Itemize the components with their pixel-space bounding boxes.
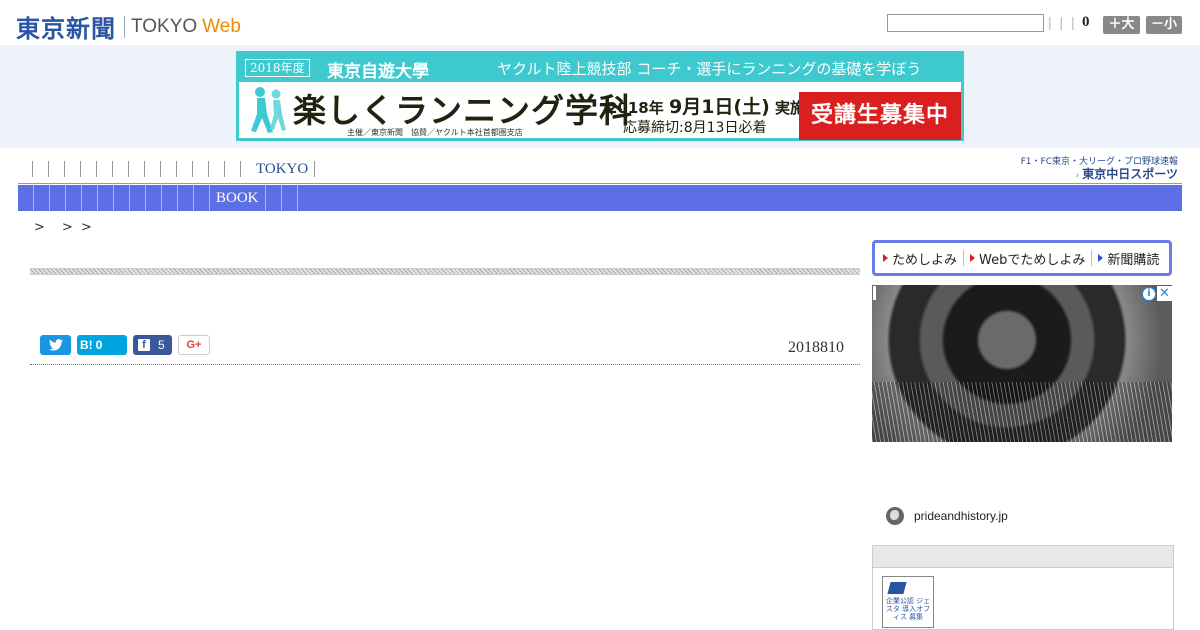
display-ad-image[interactable]	[872, 285, 1172, 442]
utility-count: 0	[1082, 14, 1090, 30]
site-logo[interactable]: 東京新聞 TOKYO Web	[16, 9, 241, 44]
sidebar-link-label: 新聞購読	[1107, 252, 1160, 268]
subnav-item[interactable]	[162, 185, 178, 211]
nav-item[interactable]	[64, 161, 65, 177]
logo-english: TOKYO	[131, 15, 198, 37]
font-bigger-button[interactable]: ＋大	[1103, 16, 1140, 34]
nav-item[interactable]	[96, 161, 97, 177]
breadcrumb[interactable]: > > >	[34, 216, 94, 235]
runners-icon	[251, 87, 286, 133]
nav-item[interactable]	[224, 161, 225, 177]
running-class-banner[interactable]: 2018年度 東京自遊大學 ヤクルト陸上競技部 コーチ・選手にランニングの基礎を…	[236, 51, 964, 141]
subnav-item[interactable]	[266, 185, 282, 211]
nav-item[interactable]	[32, 161, 33, 177]
nav-item[interactable]	[176, 161, 177, 177]
sports-link-title: › 東京中日スポーツ	[1076, 165, 1178, 182]
banner-title: 楽しくランニング学科	[293, 91, 633, 130]
font-smaller-button[interactable]: －小	[1146, 16, 1182, 34]
sidebar-box-header	[873, 546, 1173, 568]
title-hatch-divider	[30, 268, 860, 275]
jisa-logo-icon	[887, 582, 907, 594]
nav-item[interactable]	[48, 161, 49, 177]
primary-nav: TOKYO	[32, 159, 330, 179]
sponsor-url-link[interactable]: prideandhistory.jp	[914, 509, 1008, 523]
subscription-links: ためしよみ Webでためしよみ 新聞購読	[872, 240, 1172, 276]
nav-divider	[18, 183, 1182, 184]
nav-item[interactable]	[112, 161, 113, 177]
hatena-icon: B!	[80, 338, 93, 352]
adchoices-icon[interactable]: i	[1142, 287, 1156, 301]
logo-japanese: 東京新聞	[16, 14, 116, 43]
nav-item	[314, 161, 316, 177]
nav-item[interactable]	[160, 161, 161, 177]
facebook-icon: f	[138, 339, 150, 351]
logo-web: Web	[202, 15, 241, 37]
subnav-item[interactable]	[194, 185, 210, 211]
triangle-right-icon	[970, 254, 976, 262]
ad-corner-marker	[873, 286, 876, 300]
subnav-item[interactable]	[18, 185, 34, 211]
subnav-item[interactable]	[178, 185, 194, 211]
nav-item[interactable]	[80, 161, 81, 177]
sidebar-link-trial[interactable]: ためしよみ	[883, 249, 957, 268]
subnav-item[interactable]	[130, 185, 146, 211]
article-date: 2018810	[788, 339, 844, 356]
banner-tagline: ヤクルト陸上競技部 コーチ・選手にランニングの基礎を学ぼう	[497, 60, 922, 78]
triangle-right-icon	[1098, 254, 1104, 262]
nav-item[interactable]	[240, 161, 241, 177]
ad-close-icon[interactable]: ✕	[1157, 286, 1172, 301]
google-plus-share-button[interactable]: G+	[178, 335, 210, 355]
subnav-item-book[interactable]: BOOK	[210, 185, 266, 211]
nav-item[interactable]	[144, 161, 145, 177]
subnav-item[interactable]	[282, 185, 298, 211]
chevron-right-icon: ›	[1075, 171, 1080, 181]
sidebar-link-web-trial[interactable]: Webでためしよみ	[970, 249, 1085, 268]
banner-cta: 受講生募集中	[799, 92, 961, 140]
nav-item-tokyo[interactable]: TOKYO	[256, 161, 308, 178]
facebook-share-button[interactable]: f 5	[133, 335, 172, 355]
nav-item[interactable]	[192, 161, 193, 177]
sports-link[interactable]: F1・FC東京・大リーグ・プロ野球速報 › 東京中日スポーツ	[1021, 154, 1182, 182]
utility-separators: | | |	[1048, 14, 1077, 30]
sidebar-link-label: ためしよみ	[892, 252, 958, 268]
facebook-count: 5	[158, 338, 165, 352]
subnav-item[interactable]	[146, 185, 162, 211]
subnav-item[interactable]	[98, 185, 114, 211]
subnav-item[interactable]	[114, 185, 130, 211]
banner-deadline: 応募締切:8月13日必着	[623, 120, 767, 136]
banner-top-strip: 2018年度 東京自遊大學 ヤクルト陸上競技部 コーチ・選手にランニングの基礎を…	[239, 54, 961, 82]
banner-university: 東京自遊大學	[327, 62, 429, 82]
subnav-item[interactable]	[66, 185, 82, 211]
banner-date-main: 9月1日(土)	[668, 96, 770, 118]
nav-item[interactable]	[208, 161, 209, 177]
banner-sponsor: 主催／東京新聞 協賛／ヤクルト本社首都圏支店	[347, 128, 523, 137]
secondary-nav: BOOK	[18, 185, 1182, 211]
logo-divider	[124, 15, 125, 38]
ad-image-grass	[872, 382, 1172, 442]
sidebar-link-subscribe[interactable]: 新聞購読	[1098, 249, 1159, 268]
search-input[interactable]	[887, 14, 1044, 32]
subnav-item[interactable]	[82, 185, 98, 211]
globe-icon	[886, 507, 904, 525]
banner-date-prefix: 2018年	[607, 99, 664, 117]
nav-item[interactable]	[128, 161, 129, 177]
twitter-icon	[48, 339, 63, 351]
link-divider	[963, 250, 965, 266]
triangle-right-icon	[883, 254, 888, 262]
subnav-item[interactable]	[34, 185, 50, 211]
sidebar-link-label: Webでためしよみ	[979, 252, 1086, 268]
banner-year: 2018年度	[245, 59, 310, 77]
article-divider	[30, 364, 860, 365]
sports-link-name: 東京中日スポーツ	[1082, 167, 1178, 181]
hatena-bookmark-button[interactable]: B! 0	[77, 335, 127, 355]
link-divider	[1091, 250, 1093, 266]
hatena-count: 0	[95, 338, 103, 352]
subnav-item[interactable]	[50, 185, 66, 211]
banner-date: 2018年 9月1日(土) 実施	[607, 92, 805, 119]
top-bar: 東京新聞 TOKYO Web | | | 0 ＋大 －小	[0, 0, 1200, 45]
twitter-share-button[interactable]	[40, 335, 71, 355]
